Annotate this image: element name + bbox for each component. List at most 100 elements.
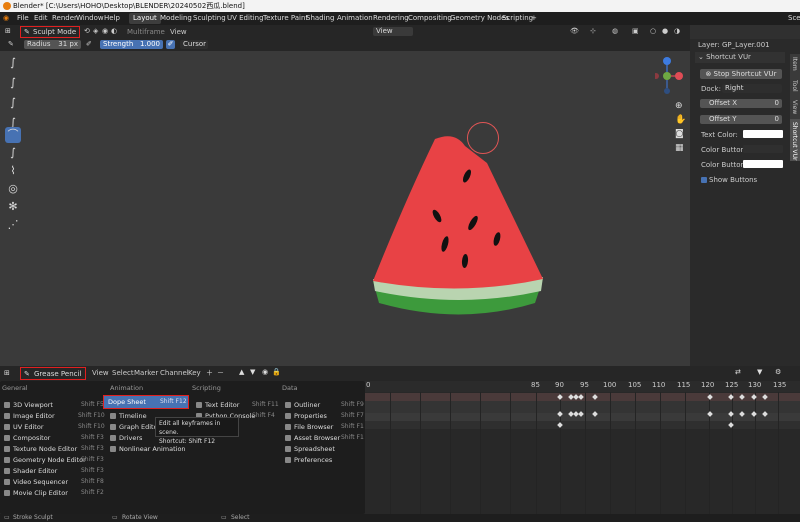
overlay-icon[interactable]: ◍ xyxy=(612,27,618,35)
menu-item-text-editor[interactable]: Text Editor xyxy=(196,400,239,410)
gizmo-icon[interactable]: ⊹ xyxy=(590,27,596,35)
tab-shortcut-vur[interactable]: Shortcut VUr xyxy=(790,119,800,161)
visibility-icon[interactable]: 👁 xyxy=(570,27,579,35)
menu-item-texture-node-editor[interactable]: Texture Node Editor xyxy=(4,444,77,454)
add-layer-icon[interactable]: ＋ xyxy=(206,368,213,378)
cursor-dropdown[interactable]: Cursor xyxy=(180,40,208,49)
tab-compositing[interactable]: Compositing xyxy=(408,12,452,25)
grid-perspective-icon[interactable]: ▦ xyxy=(675,143,684,153)
editor-type-icon[interactable]: ⊞ xyxy=(5,27,11,35)
view-menu[interactable]: View xyxy=(170,28,187,36)
xray-icon[interactable]: ▣ xyxy=(632,27,639,35)
blender-menu-icon[interactable]: ◉ xyxy=(3,12,9,25)
shading-solid-icon[interactable]: ● xyxy=(662,27,668,35)
select-points-icon[interactable]: ◈ xyxy=(93,27,98,35)
grab-tool-icon[interactable]: ∫ xyxy=(5,145,21,161)
randomize-tool-icon[interactable]: ⌒ xyxy=(5,127,21,143)
mode-selector[interactable]: ✎ Sculpt Mode xyxy=(20,26,80,38)
menu-item-asset-browser[interactable]: Asset Browser xyxy=(285,433,340,443)
tab-modeling[interactable]: Modeling xyxy=(160,12,192,25)
gizmo-x-axis[interactable] xyxy=(675,72,683,80)
menu-item-image-editor[interactable]: Image Editor xyxy=(4,411,55,421)
twist-tool-icon[interactable]: ◎ xyxy=(5,181,21,197)
dopesheet-marker-menu[interactable]: Marker xyxy=(134,369,158,377)
radius-field[interactable]: Radius 31 px xyxy=(24,40,81,49)
menu-item-dope-sheet[interactable]: Dope Sheet Shift F12 xyxy=(103,395,189,409)
pressure-strength-icon[interactable]: ✐ xyxy=(166,40,175,49)
menu-help[interactable]: Help xyxy=(104,12,120,25)
push-tool-icon[interactable]: ⌇ xyxy=(5,163,21,179)
tab-texture-paint[interactable]: Texture Paint xyxy=(263,12,308,25)
dopesheet-key-menu[interactable]: Key xyxy=(188,369,201,377)
pan-hand-icon[interactable]: ✋ xyxy=(675,115,686,125)
text-color-swatch[interactable] xyxy=(743,130,783,138)
menu-item-3d-viewport[interactable]: 3D Viewport xyxy=(4,400,53,410)
menu-item-properties[interactable]: Properties xyxy=(285,411,327,421)
gizmo-z-axis[interactable] xyxy=(663,57,671,65)
tab-shading[interactable]: Shading xyxy=(306,12,334,25)
menu-item-shader-editor[interactable]: Shader Editor xyxy=(4,466,57,476)
thickness-tool-icon[interactable]: ∫ xyxy=(5,95,21,111)
menu-item-timeline[interactable]: Timeline xyxy=(110,411,147,421)
navigation-gizmo[interactable] xyxy=(655,56,685,96)
stop-shortcut-button[interactable]: ⊗ Stop Shortcut VUr xyxy=(700,69,782,79)
menu-window[interactable]: Window xyxy=(76,12,104,25)
pressure-radius-icon[interactable]: ✐ xyxy=(86,40,92,48)
shortcut-vur-section[interactable]: ⌄ Shortcut VUr xyxy=(695,52,785,63)
dopesheet-select-menu[interactable]: Select xyxy=(112,369,134,377)
menu-item-compositor[interactable]: Compositor xyxy=(4,433,50,443)
menu-item-drivers[interactable]: Drivers xyxy=(110,433,142,443)
menu-item-preferences[interactable]: Preferences xyxy=(285,455,332,465)
menu-item-uv-editor[interactable]: UV Editor xyxy=(4,422,44,432)
menu-file[interactable]: File xyxy=(17,12,29,25)
view-orientation-dropdown[interactable]: View xyxy=(373,27,413,36)
menu-item-movie-clip-editor[interactable]: Movie Clip Editor xyxy=(4,488,68,498)
draw-tool-icon[interactable]: ∫ xyxy=(5,55,21,71)
dopesheet-view-menu[interactable]: View xyxy=(92,369,109,377)
tab-animation[interactable]: Animation xyxy=(337,12,373,25)
shading-wire-icon[interactable]: ○ xyxy=(650,27,656,35)
menu-item-spreadsheet[interactable]: Spreadsheet xyxy=(285,444,335,454)
menu-item-video-sequencer[interactable]: Video Sequencer xyxy=(4,477,68,487)
shading-material-icon[interactable]: ◑ xyxy=(674,27,680,35)
filter-options-icon[interactable]: ⚙ xyxy=(775,368,781,376)
tab-scripting[interactable]: Scripting xyxy=(502,12,533,25)
menu-item-geometry-node-editor[interactable]: Geometry Node Editor xyxy=(4,455,86,465)
gizmo-neg-x-axis[interactable] xyxy=(655,73,659,79)
remove-layer-icon[interactable]: － xyxy=(217,368,224,378)
move-down-icon[interactable]: ▼ xyxy=(250,368,255,376)
move-up-icon[interactable]: ▲ xyxy=(239,368,244,376)
dock-dropdown[interactable]: Right xyxy=(722,84,782,93)
filter-icon[interactable]: ▼ xyxy=(757,368,762,376)
gizmo-y-axis[interactable] xyxy=(663,72,671,80)
offset-x-field[interactable]: Offset X 0 xyxy=(700,99,782,108)
offset-y-field[interactable]: Offset Y 0 xyxy=(700,115,782,124)
editor-type-icon[interactable]: ⊞ xyxy=(4,369,10,377)
layer-value[interactable]: GP_Layer.001 xyxy=(722,41,770,49)
show-buttons-checkbox[interactable] xyxy=(701,177,707,183)
menu-edit[interactable]: Edit xyxy=(34,12,48,25)
smooth-tool-icon[interactable]: ∫ xyxy=(5,75,21,91)
camera-icon[interactable]: ◙ xyxy=(675,129,684,139)
snap-icon[interactable]: ⇄ xyxy=(735,368,741,376)
color-buttons-swatch[interactable] xyxy=(743,145,783,153)
zoom-icon[interactable]: ⊕ xyxy=(675,101,683,111)
pinch-tool-icon[interactable]: ✻ xyxy=(5,199,21,215)
lock-icon[interactable]: 🔒 xyxy=(272,368,281,376)
select-segments-icon[interactable]: ◐ xyxy=(111,27,117,35)
tab-uv-editing[interactable]: UV Editing xyxy=(227,12,264,25)
scene-selector[interactable]: Sce xyxy=(788,12,800,25)
strength-field[interactable]: Strength 1.000 xyxy=(100,40,163,49)
gizmo-neg-z-axis[interactable] xyxy=(664,88,670,94)
tab-layout[interactable]: Layout xyxy=(129,13,161,24)
tab-rendering[interactable]: Rendering xyxy=(373,12,409,25)
tab-sculpting[interactable]: Sculpting xyxy=(193,12,226,25)
grease-pencil-mode-dropdown[interactable]: ✎ Grease Pencil xyxy=(20,367,86,380)
multiframe-toggle[interactable]: Multiframe xyxy=(127,28,165,36)
dopesheet-channel-menu[interactable]: Channel xyxy=(160,369,189,377)
select-strokes-icon[interactable]: ◉ xyxy=(102,27,108,35)
menu-render[interactable]: Render xyxy=(52,12,77,25)
3d-viewport[interactable]: ∫ ∫ ∫ ∫ ⌒ ∫ ⌇ ◎ ✻ ⋰ ⊕ ✋ ◙ ▦ xyxy=(0,51,783,366)
add-workspace-icon[interactable]: + xyxy=(531,12,537,25)
tab-view[interactable]: View xyxy=(790,97,800,121)
